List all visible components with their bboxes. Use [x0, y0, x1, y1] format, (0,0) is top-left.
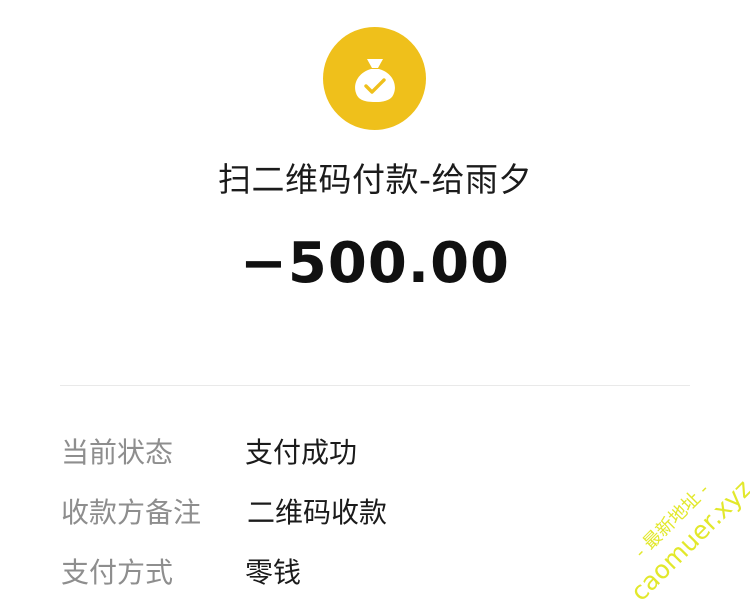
transaction-icon: [323, 27, 426, 130]
detail-row-payee-note: 收款方备注 二维码收款: [0, 491, 750, 535]
detail-label: 支付方式: [61, 556, 174, 589]
detail-row-status: 当前状态 支付成功: [0, 431, 750, 475]
detail-label: 当前状态: [61, 436, 174, 469]
detail-value: 二维码收款: [247, 496, 388, 529]
transaction-amount: −500.00: [239, 231, 511, 296]
detail-label: 收款方备注: [61, 496, 202, 529]
detail-value: 支付成功: [245, 436, 358, 469]
transaction-title: 扫二维码付款-给雨夕: [218, 160, 532, 199]
divider: [60, 385, 690, 386]
money-bag-check-icon: [354, 58, 395, 102]
detail-value: 零钱: [245, 556, 302, 589]
